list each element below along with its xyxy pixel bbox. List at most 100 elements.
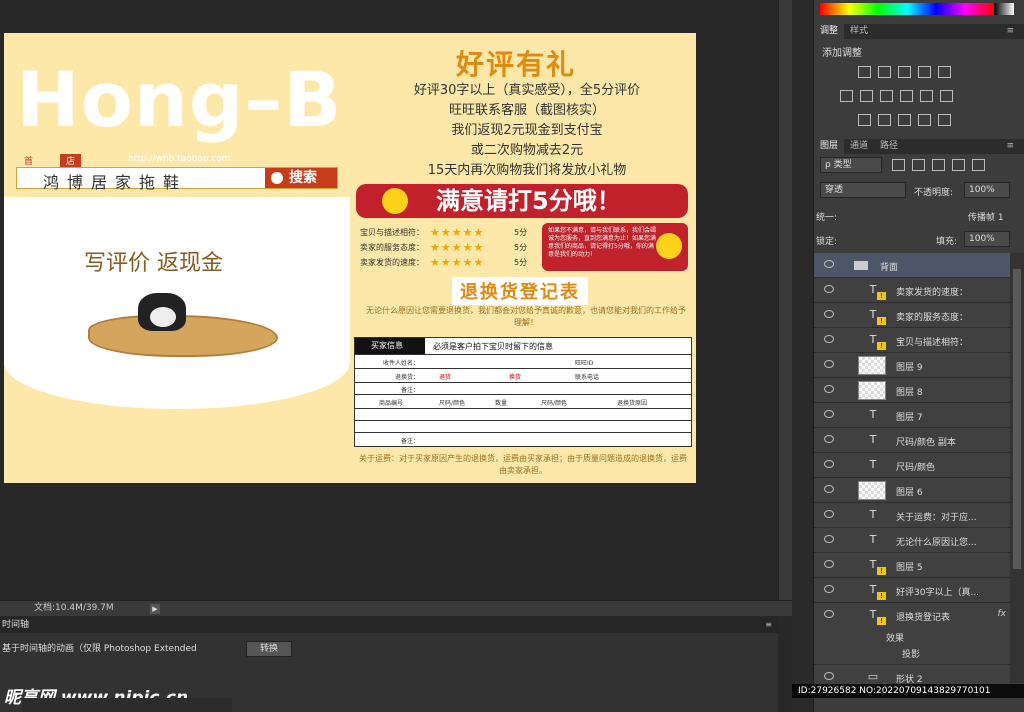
visibility-eye-icon[interactable]	[824, 435, 834, 443]
layer-row[interactable]: 图层 9	[814, 353, 1010, 378]
adjustment-filter-icon[interactable]	[912, 159, 925, 171]
type-layer-icon: T	[869, 408, 877, 421]
return-form: 买家信息 必须是客户拍下宝贝时留下的信息 收件人姓名： 旺旺ID 退换货： 退货…	[354, 337, 692, 447]
notice-text: 如果您不满意，请与我们联系，我们会竭诚为您服务，直到您满意为止！如果您满意我们的…	[548, 227, 657, 258]
black-white-icon[interactable]	[880, 90, 893, 102]
levels-icon[interactable]	[878, 66, 891, 78]
layer-row[interactable]: T 尺码/颜色 副本	[814, 428, 1010, 453]
layer-row[interactable]: T 无论什么原因让您...	[814, 528, 1010, 553]
fill-input[interactable]: 100%	[964, 231, 1010, 247]
kitten-face	[150, 307, 176, 327]
color-balance-icon[interactable]	[860, 90, 873, 102]
form-label: 备注：	[400, 438, 419, 445]
layer-row[interactable]: T 卖家的服务态度：	[814, 303, 1010, 328]
layer-row[interactable]: T 好评30字以上（真...	[814, 578, 1010, 603]
visibility-eye-icon[interactable]	[824, 385, 834, 393]
scroll-thumb[interactable]	[1013, 269, 1021, 569]
tab-styles[interactable]: 样式	[844, 24, 874, 39]
layer-row[interactable]: T 宝贝与描述相符：	[814, 328, 1010, 353]
unify-label: 统一:	[816, 213, 838, 223]
review-rules: 好评30字以上（真实感受），全5分评价 旺旺联系客服（截图核实） 我们返现2元现…	[392, 81, 662, 181]
panel-menu-icon[interactable]: ≡	[765, 617, 772, 633]
visibility-eye-icon[interactable]	[824, 335, 834, 343]
review-rule-line: 或二次购物减去2元	[470, 143, 584, 158]
layer-row[interactable]: 背面	[814, 253, 1010, 278]
panel-menu-icon[interactable]: ≡	[1000, 24, 1020, 39]
photoshop-window: Hong–B 首页 店铺 http://whb.taobao.com 鸿博居家拖…	[0, 0, 1024, 712]
channel-mixer-icon[interactable]	[920, 90, 933, 102]
fx-icon[interactable]: fx	[998, 609, 1007, 619]
drop-shadow-label[interactable]: 投影	[902, 647, 920, 660]
layers-list: 背面 T 卖家发货的速度： T 卖家的服务态度： T 宝贝与描述相符： 图层 9 图层…	[814, 253, 1024, 690]
blend-mode-select[interactable]: 穿透	[820, 182, 906, 198]
layers-scrollbar[interactable]	[1010, 253, 1024, 683]
visibility-eye-icon[interactable]	[824, 310, 834, 318]
visibility-eye-icon[interactable]	[824, 672, 834, 680]
visibility-eye-icon[interactable]	[824, 560, 834, 568]
panel-icon-strip[interactable]	[792, 0, 814, 712]
rating-row: 卖家发货的速度： ★★★★★ 5分	[360, 256, 540, 272]
visibility-eye-icon[interactable]	[824, 485, 834, 493]
visibility-eye-icon[interactable]	[824, 410, 834, 418]
layer-name: 卖家的服务态度：	[896, 313, 969, 323]
layer-row[interactable]: T 图层 5	[814, 553, 1010, 578]
layer-row[interactable]: 图层 6	[814, 478, 1010, 503]
grayscale-ramp[interactable]	[994, 3, 1014, 15]
layer-row[interactable]: T 尺码/颜色	[814, 453, 1010, 478]
opacity-input[interactable]: 100%	[964, 182, 1010, 198]
adjustment-icons-row	[840, 90, 990, 106]
tab-adjustments[interactable]: 调整	[814, 24, 845, 39]
vibrance-icon[interactable]	[938, 66, 951, 78]
exposure-icon[interactable]	[918, 66, 931, 78]
curves-icon[interactable]	[898, 66, 911, 78]
visibility-eye-icon[interactable]	[824, 510, 834, 518]
timeline-message: 基于时间轴的动画（仅限 Photoshop Extended	[2, 644, 197, 654]
visibility-eye-icon[interactable]	[824, 585, 834, 593]
canvas-scrollbar[interactable]	[778, 0, 792, 600]
hue-saturation-icon[interactable]	[840, 90, 853, 102]
panel-dock: 调整 样式 ≡ 添加调整 图层 通道 路径 ≡ ρ 类型 穿透 不透明度: 10…	[814, 0, 1024, 712]
visibility-eye-icon[interactable]	[824, 610, 834, 618]
document-canvas[interactable]: Hong–B 首页 店铺 http://whb.taobao.com 鸿博居家拖…	[4, 33, 696, 483]
invert-icon[interactable]	[858, 114, 871, 126]
status-menu-arrow-icon[interactable]: ▶	[150, 604, 160, 614]
five-star-banner: 满意请打5分哦！	[356, 184, 688, 218]
pixel-filter-icon[interactable]	[892, 159, 905, 171]
form-divider	[355, 408, 691, 409]
visibility-eye-icon[interactable]	[824, 285, 834, 293]
layer-row[interactable]: T 图层 7	[814, 403, 1010, 428]
posterize-icon[interactable]	[878, 114, 891, 126]
layer-filter-select[interactable]: ρ 类型	[820, 157, 882, 173]
layer-row[interactable]: T 关于运费：对于应...	[814, 503, 1010, 528]
layer-row[interactable]: T 退换货登记表 fx 效果 投影	[814, 603, 1010, 665]
layers-bottom-toolbar[interactable]	[22, 698, 232, 712]
rating-label: 卖家发货的速度：	[360, 258, 424, 267]
shape-filter-icon[interactable]	[952, 159, 965, 171]
visibility-eye-icon[interactable]	[824, 360, 834, 368]
canvas-workspace[interactable]: Hong–B 首页 店铺 http://whb.taobao.com 鸿博居家拖…	[0, 0, 778, 600]
smart-filter-icon[interactable]	[972, 159, 985, 171]
gradient-map-icon[interactable]	[938, 114, 951, 126]
photo-filter-icon[interactable]	[900, 90, 913, 102]
panel-menu-icon[interactable]: ≡	[1000, 139, 1020, 154]
threshold-icon[interactable]	[898, 114, 911, 126]
document-size: 文档:10.4M/39.7M	[34, 603, 114, 613]
color-spectrum[interactable]	[820, 3, 994, 15]
timeline-title[interactable]: 时间轴	[2, 620, 29, 630]
brightness-icon[interactable]	[858, 66, 871, 78]
selective-color-icon[interactable]	[918, 114, 931, 126]
rating-label: 卖家的服务态度：	[360, 243, 424, 252]
visibility-eye-icon[interactable]	[824, 460, 834, 468]
layer-row[interactable]: T 卖家发货的速度：	[814, 278, 1010, 303]
convert-button[interactable]: 转换	[246, 641, 292, 657]
tab-layers[interactable]: 图层	[814, 139, 845, 154]
layer-row[interactable]: 图层 8	[814, 378, 1010, 403]
visibility-eye-icon[interactable]	[824, 260, 834, 268]
type-filter-icon[interactable]	[932, 159, 945, 171]
tab-channels[interactable]: 通道	[844, 139, 874, 154]
color-lookup-icon[interactable]	[940, 90, 953, 102]
type-layer-icon: T	[869, 433, 877, 446]
tab-paths[interactable]: 路径	[874, 139, 904, 154]
visibility-eye-icon[interactable]	[824, 535, 834, 543]
form-label: 联系电话	[575, 374, 600, 381]
